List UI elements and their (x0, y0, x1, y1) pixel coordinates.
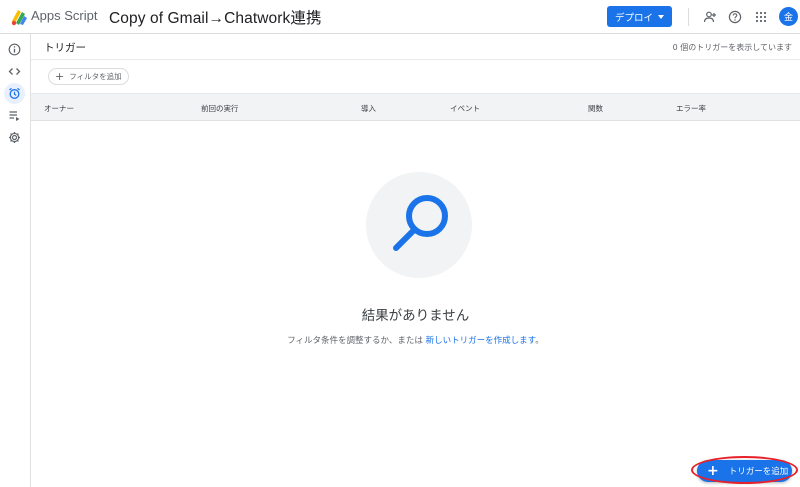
create-trigger-link[interactable]: 新しいトリガーを作成します (426, 336, 536, 346)
avatar-letter: 金 (783, 13, 793, 23)
left-nav-rail (0, 34, 31, 487)
page-header: トリガー 0 個のトリガーを表示しています (31, 34, 800, 60)
alarm-clock-icon (9, 87, 20, 99)
chevron-down-icon (658, 14, 664, 19)
trigger-count-text: 0 個のトリガーを表示しています (672, 43, 792, 52)
table-header: オーナー 前回の実行 導入 イベント 関数 エラー率 (31, 93, 800, 121)
empty-state-title: 結果がありません (361, 308, 470, 324)
project-title[interactable]: Copy of Gmail→Chatwork連携 (109, 6, 322, 28)
page-title: トリガー (44, 42, 86, 54)
rail-item-settings[interactable] (4, 127, 25, 148)
plus-icon: + (55, 70, 65, 83)
rail-item-editor[interactable] (4, 61, 25, 82)
magnifier-icon (393, 195, 448, 251)
column-header-error-rate[interactable]: エラー率 (676, 103, 706, 114)
empty-state-subtitle: フィルタ条件を調整するか、または 新しいトリガーを作成します。 (31, 334, 800, 346)
column-header-last-run[interactable]: 前回の実行 (201, 103, 239, 114)
rail-item-executions[interactable] (4, 105, 25, 126)
add-filter-label: フィルタを追加 (69, 72, 122, 81)
top-bar: Apps Script Copy of Gmail→Chatwork連携 デプロ… (0, 0, 800, 34)
column-header-event[interactable]: イベント (450, 103, 480, 114)
rail-item-triggers[interactable] (4, 83, 25, 104)
empty-state-subtitle-text: フィルタ条件を調整するか、または (287, 336, 426, 346)
highlight-annotation-ring (691, 456, 798, 484)
help-icon[interactable] (725, 7, 745, 27)
empty-state-subtitle-suffix: 。 (535, 336, 544, 346)
app-name: Apps Script (31, 8, 98, 23)
apps-script-logo-icon[interactable] (9, 7, 29, 27)
add-filter-button[interactable]: + フィルタを追加 (48, 68, 129, 85)
deploy-button[interactable]: デプロイ (607, 6, 672, 27)
gear-icon (9, 132, 20, 143)
empty-state-illustration (366, 172, 472, 278)
rail-item-overview[interactable] (4, 39, 25, 60)
add-person-icon[interactable] (700, 7, 720, 27)
list-run-icon (9, 111, 20, 121)
info-icon (8, 43, 21, 56)
apps-grid-icon[interactable] (751, 7, 771, 27)
code-icon (8, 68, 21, 75)
column-header-deployment[interactable]: 導入 (361, 103, 376, 114)
column-header-owner[interactable]: オーナー (44, 103, 74, 114)
column-header-function[interactable]: 関数 (588, 103, 603, 114)
avatar[interactable]: 金 (779, 7, 798, 26)
divider (688, 8, 689, 26)
deploy-button-label: デプロイ (614, 12, 653, 24)
